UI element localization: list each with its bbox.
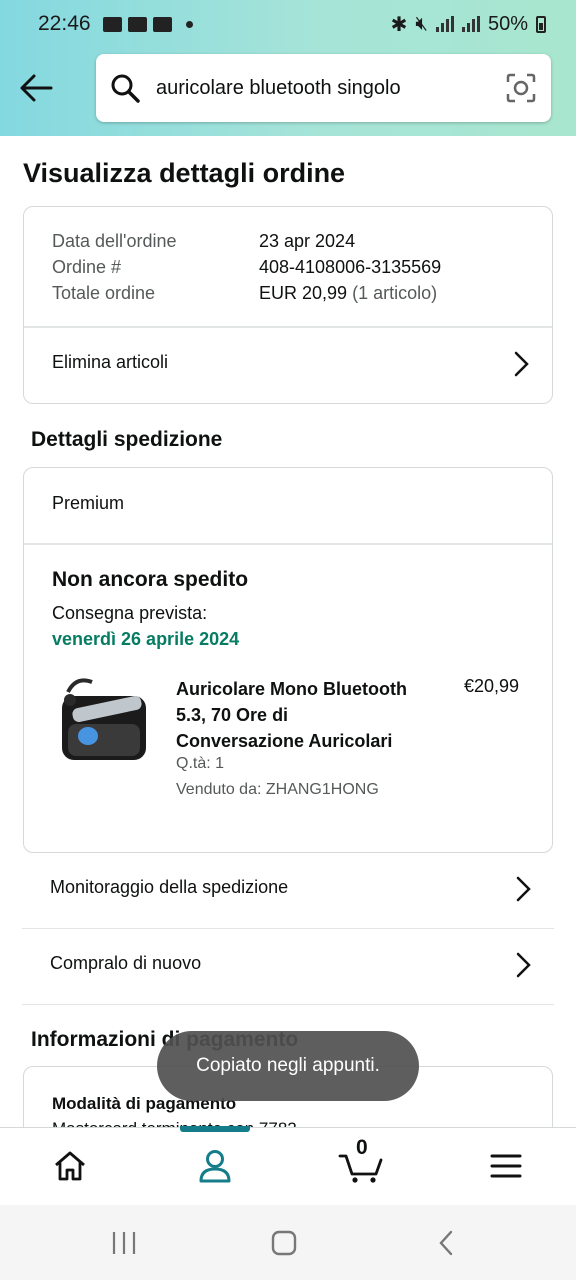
mail-icon: [127, 16, 147, 32]
back-button[interactable]: [18, 70, 54, 106]
nav-home[interactable]: [50, 1146, 90, 1186]
camera-search-icon[interactable]: [505, 72, 537, 104]
order-summary-card: Data dell'ordine 23 apr 2024 Ordine # 40…: [23, 206, 553, 404]
menu-icon: [490, 1154, 522, 1178]
order-date-label: Data dell'ordine: [52, 231, 177, 251]
delivery-label: Consegna prevista:: [52, 603, 208, 623]
status-bar: 22:46 ✱ 🔇︎ 50%: [0, 0, 576, 48]
order-total-items: (1 articolo): [352, 283, 438, 303]
mute-icon: 🔇︎: [415, 12, 428, 35]
user-icon: [199, 1150, 231, 1183]
search-input[interactable]: auricolare bluetooth singolo: [156, 77, 505, 100]
chevron-right-icon: [516, 952, 531, 978]
recent-apps-button[interactable]: [106, 1225, 142, 1261]
arrow-left-icon: [20, 74, 53, 102]
system-nav-bar: [0, 1205, 576, 1280]
mail-icon: [102, 16, 122, 32]
buy-again-row[interactable]: Compralo di nuovo: [22, 929, 554, 1005]
recent-apps-icon: [112, 1232, 136, 1254]
status-time: 22:46: [38, 12, 91, 35]
shipment-card: Premium Non ancora spedito Consegna prev…: [23, 467, 553, 853]
active-tab-indicator: [180, 1126, 250, 1132]
chevron-right-icon: [516, 876, 531, 902]
order-total-amount: EUR 20,99: [259, 283, 348, 303]
delivery-date: venerdì 26 aprile 2024: [52, 629, 240, 649]
home-icon: [55, 1151, 85, 1181]
track-shipment-row[interactable]: Monitoraggio della spedizione: [22, 853, 554, 929]
battery-percent: 50%: [487, 12, 528, 35]
search-icon: [111, 74, 140, 103]
back-chevron-icon: [439, 1230, 453, 1256]
nav-account[interactable]: [195, 1146, 235, 1186]
bottom-nav: 0: [0, 1126, 576, 1205]
home-square-icon: [271, 1230, 297, 1256]
product-seller: Venduto da: ZHANG1HONG: [176, 781, 379, 798]
app-header: 22:46 ✱ 🔇︎ 50% auricolare bluetooth sing…: [0, 0, 576, 136]
product-image[interactable]: [58, 674, 150, 770]
page-title: Visualizza dettagli ordine: [23, 158, 346, 188]
shipping-section-title: Dettagli spedizione: [31, 428, 223, 451]
more-notifications-icon: [185, 20, 193, 28]
shipping-service: Premium: [52, 493, 125, 513]
system-back-button[interactable]: [428, 1225, 464, 1261]
product-price: €20,99: [464, 676, 520, 696]
notification-icons: [102, 16, 193, 32]
home-button[interactable]: [266, 1225, 302, 1261]
search-bar[interactable]: auricolare bluetooth singolo: [96, 54, 551, 122]
order-total-value: EUR 20,99 (1 articolo): [259, 283, 437, 304]
product-quantity: Q.tà: 1: [176, 755, 225, 772]
system-status-icons: ✱ 🔇︎ 50%: [391, 12, 546, 37]
buy-again-label: Compralo di nuovo: [50, 953, 202, 973]
signal-icon: [461, 16, 480, 32]
chevron-right-icon: [514, 351, 529, 377]
product-title[interactable]: Auricolare Mono Bluetooth 5.3, 70 Ore di…: [176, 676, 416, 754]
shipment-status: Non ancora spedito: [52, 568, 249, 591]
order-date-value: 23 apr 2024: [259, 231, 356, 251]
order-number-label: Ordine #: [52, 257, 122, 277]
cart-count: 0: [356, 1136, 368, 1159]
order-number-value: 408-4108006-3135569: [259, 257, 442, 277]
signal-icon: [435, 16, 454, 32]
delete-items-label: Elimina articoli: [52, 352, 169, 372]
battery-icon: [536, 15, 546, 33]
app-notification-icon: [152, 16, 172, 32]
delete-items-row[interactable]: Elimina articoli: [24, 328, 552, 404]
nav-menu[interactable]: [486, 1146, 526, 1186]
toast-message: Copiato negli appunti.: [157, 1031, 419, 1101]
bluetooth-icon: ✱: [390, 13, 408, 36]
divider: [24, 543, 552, 545]
order-total-label: Totale ordine: [52, 283, 156, 303]
track-shipment-label: Monitoraggio della spedizione: [50, 877, 289, 897]
